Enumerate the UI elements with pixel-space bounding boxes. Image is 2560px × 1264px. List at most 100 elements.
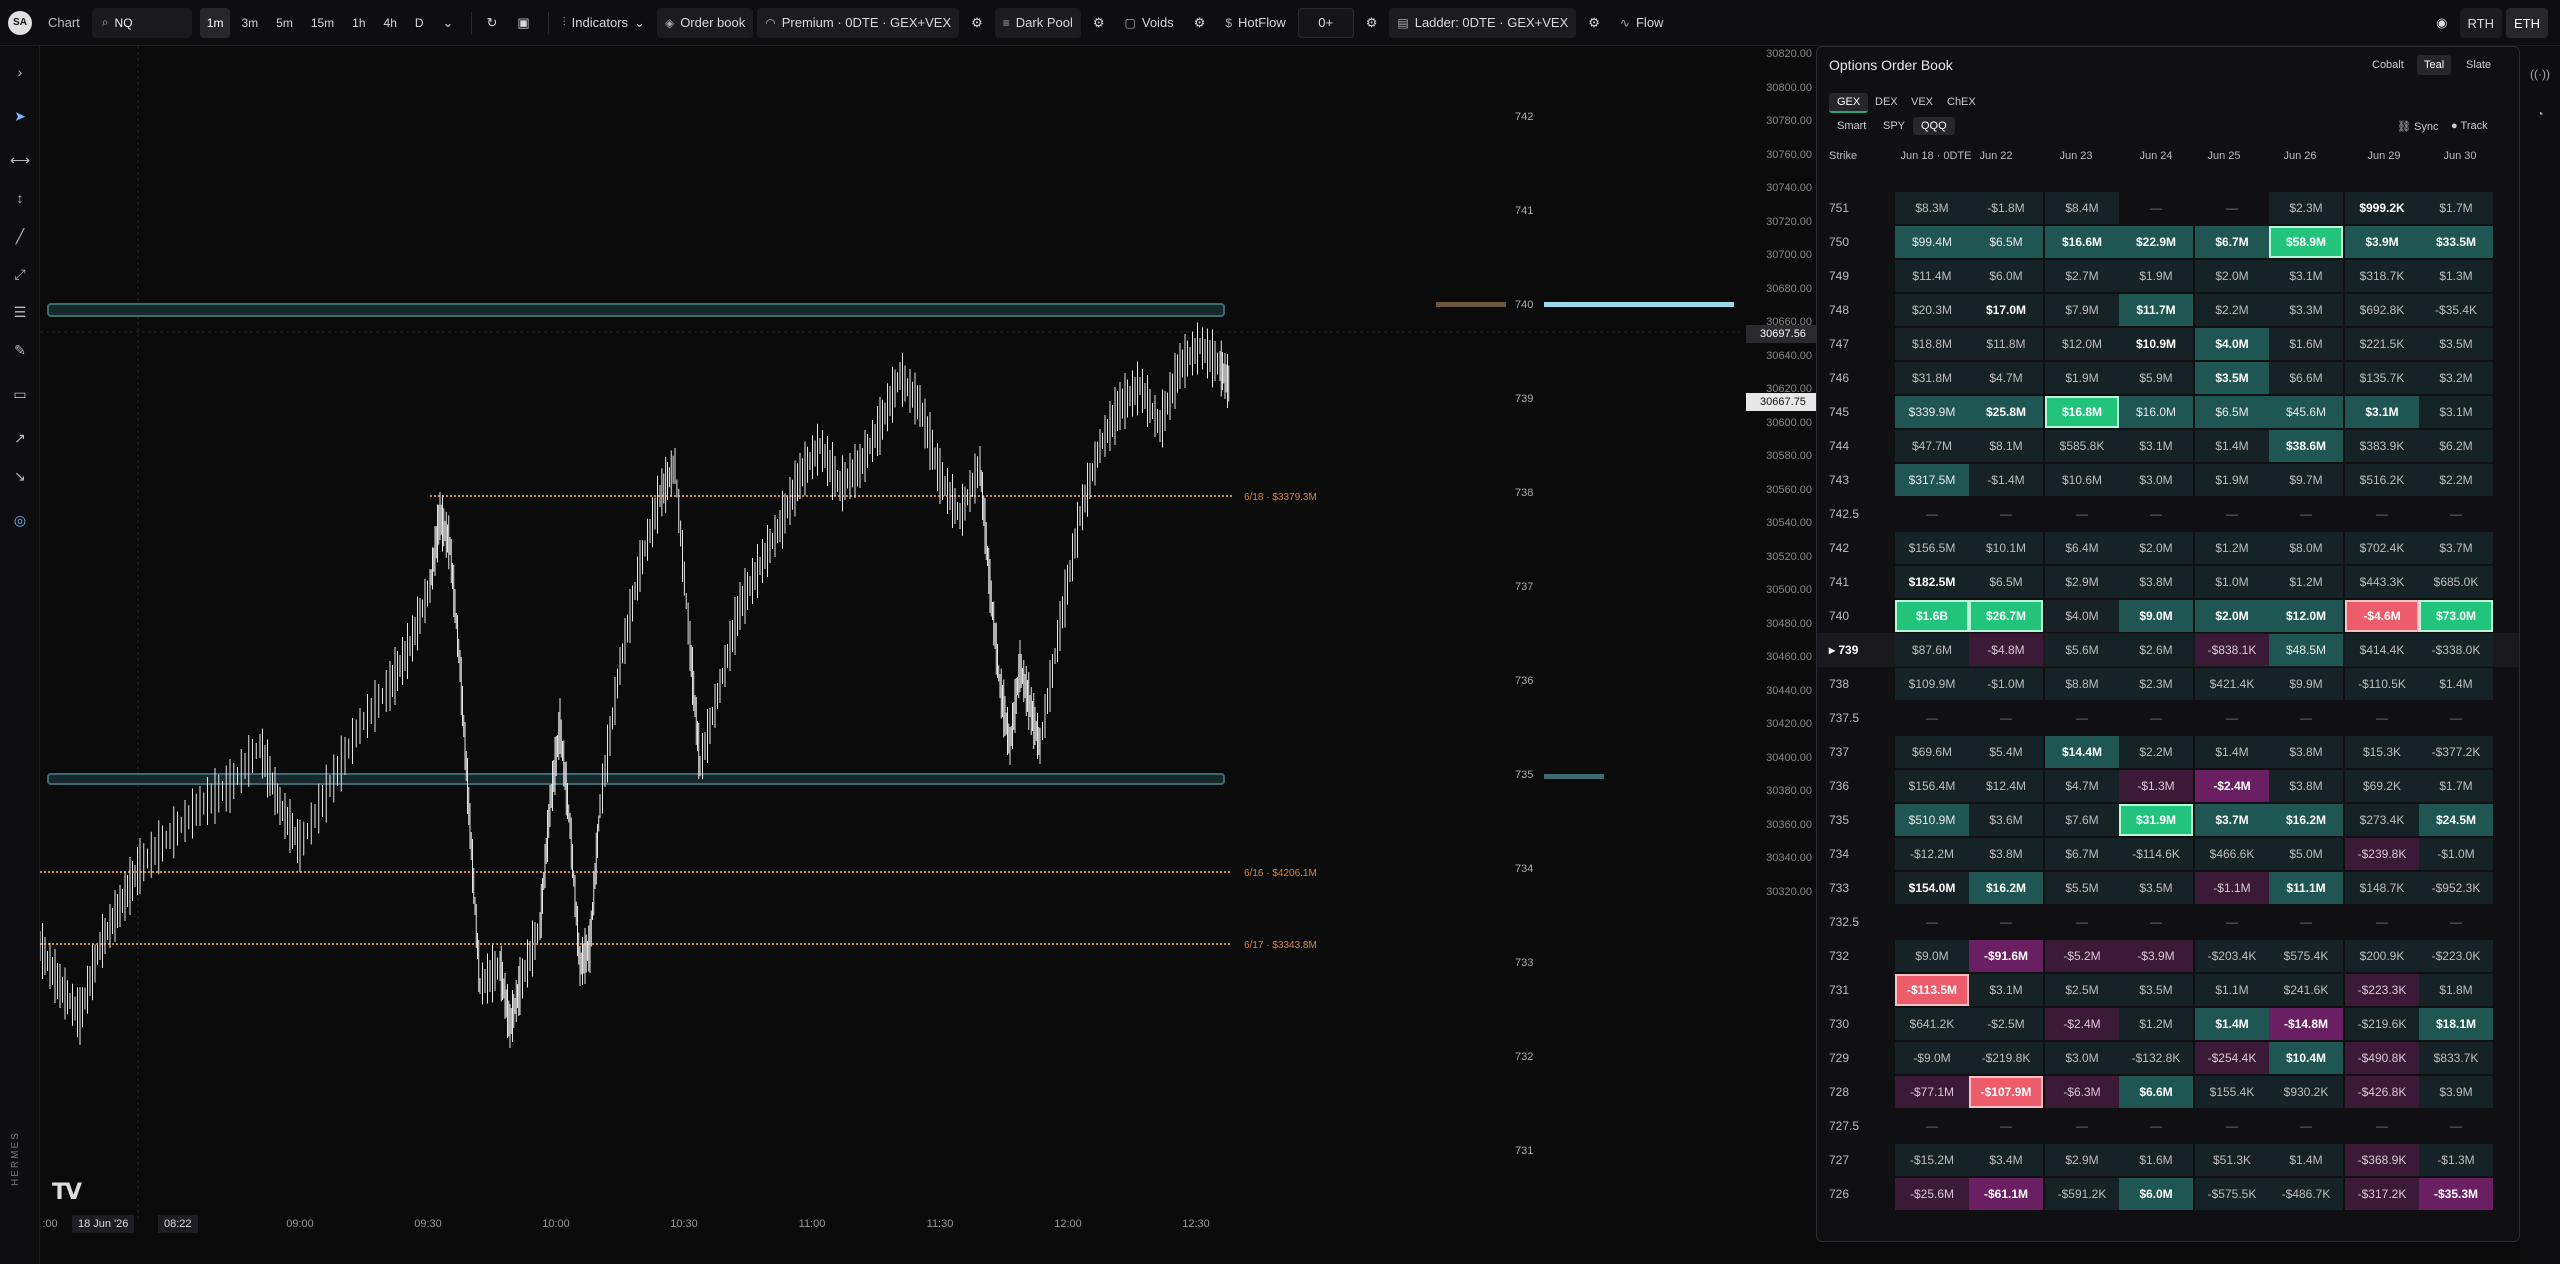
gex-cell[interactable]: $702.4K — [2345, 532, 2419, 564]
gex-cell[interactable]: -$317.2K — [2345, 1178, 2419, 1210]
order-book-row[interactable]: 728 -$77.1M -$107.9M -$6.3M $6.6M $155.4K $930… — [1817, 1075, 2519, 1109]
gex-cell[interactable]: $11.8M — [1969, 328, 2043, 360]
gex-cell[interactable]: $6.6M — [2269, 362, 2343, 394]
fib-icon[interactable]: ☰ — [10, 302, 30, 322]
gex-cell[interactable]: — — [2419, 906, 2493, 938]
rth-button[interactable]: RTH — [2459, 8, 2502, 38]
order-book-row[interactable]: 741 $182.5M $6.5M $2.9M $3.8M $1.0M $1.2M $443.… — [1817, 565, 2519, 599]
gex-cell[interactable]: -$1.1M — [2195, 872, 2269, 904]
gex-cell[interactable]: $421.4K — [2195, 668, 2269, 700]
gex-cell[interactable]: -$4.6M — [2345, 600, 2419, 632]
gex-cell[interactable]: $51.3K — [2195, 1144, 2269, 1176]
gex-cell[interactable]: $6.4M — [2045, 532, 2119, 564]
gex-cell[interactable]: $516.2K — [2345, 464, 2419, 496]
gex-cell[interactable]: $339.9M — [1895, 396, 1969, 428]
gex-cell[interactable]: $148.7K — [2345, 872, 2419, 904]
gex-cell[interactable]: $20.3M — [1895, 294, 1969, 326]
gex-cell[interactable]: $3.0M — [2119, 464, 2193, 496]
gex-cell[interactable]: — — [2045, 498, 2119, 530]
gex-cell[interactable]: $182.5M — [1895, 566, 1969, 598]
gex-cell[interactable]: $3.7M — [2195, 804, 2269, 836]
gex-cell[interactable]: $685.0K — [2419, 566, 2493, 598]
gex-cell[interactable]: $3.8M — [2269, 736, 2343, 768]
gex-cell[interactable]: $221.5K — [2345, 328, 2419, 360]
order-book-row[interactable]: 749 $11.4M $6.0M $2.7M $1.9M $2.0M $3.1M $318.7… — [1817, 259, 2519, 293]
price-chart[interactable]: 6/18 · $3379.3M 6/16 · $4206.1M 6/17 · $33… — [40, 46, 1740, 1218]
gex-cell[interactable]: -$1.3M — [2419, 1144, 2493, 1176]
ladder-settings-gear-icon[interactable]: ⚙ — [1580, 8, 1608, 38]
order-book-row[interactable]: 732.5— — — — — — — — — [1817, 905, 2519, 939]
column-header[interactable]: Jun 29 — [2347, 149, 2421, 164]
gex-cell[interactable]: — — [2345, 1110, 2419, 1142]
gex-cell[interactable]: $6.5M — [1969, 226, 2043, 258]
order-book-row[interactable]: 735 $510.9M $3.6M $7.6M $31.9M $3.7M $16.2M $27… — [1817, 803, 2519, 837]
gex-cell[interactable]: — — [2269, 702, 2343, 734]
gex-cell[interactable]: — — [2345, 702, 2419, 734]
gex-cell[interactable]: $2.9M — [2045, 566, 2119, 598]
gex-cell[interactable]: -$61.1M — [1969, 1178, 2043, 1210]
dark-pool-button[interactable]: ≡ Dark Pool — [994, 7, 1081, 38]
order-book-row[interactable]: 732 $9.0M -$91.6M -$5.2M -$3.9M -$203.4K $575.… — [1817, 939, 2519, 973]
gex-cell[interactable]: $1.6B — [1895, 600, 1969, 632]
timeframe-5m[interactable]: 5m — [269, 8, 300, 38]
gex-cell[interactable]: $318.7K — [2345, 260, 2419, 292]
gex-cell[interactable]: $510.9M — [1895, 804, 1969, 836]
gex-cell[interactable]: — — [2045, 906, 2119, 938]
gex-cell[interactable]: $6.0M — [2119, 1178, 2193, 1210]
gex-cell[interactable]: $5.4M — [1969, 736, 2043, 768]
eth-button[interactable]: ETH — [2506, 8, 2548, 38]
column-header[interactable]: Strike — [1829, 149, 1889, 164]
gex-cell[interactable]: $156.5M — [1895, 532, 1969, 564]
camera-icon[interactable]: ◉ — [2428, 8, 2455, 38]
gex-cell[interactable]: — — [2045, 1110, 2119, 1142]
gex-cell[interactable]: $25.8M — [1969, 396, 2043, 428]
tab-chex[interactable]: ChEX — [1939, 93, 1984, 111]
expand-chevron-icon[interactable]: › — [10, 62, 30, 82]
gex-cell[interactable]: $6.7M — [2045, 838, 2119, 870]
order-book-row[interactable]: 744 $47.7M $8.1M $585.8K $3.1M $1.4M $38.6M $38… — [1817, 429, 2519, 463]
gex-cell[interactable]: -$14.8M — [2269, 1008, 2343, 1040]
gex-cell[interactable]: — — [2195, 906, 2269, 938]
gex-cell[interactable]: — — [1895, 1110, 1969, 1142]
gex-cell[interactable]: — — [2119, 192, 2193, 224]
gex-cell[interactable]: — — [2419, 498, 2493, 530]
gex-cell[interactable]: $1.2M — [2195, 532, 2269, 564]
gex-cell[interactable]: $10.1M — [1969, 532, 2043, 564]
gex-cell[interactable]: -$114.6K — [2119, 838, 2193, 870]
gex-cell[interactable]: $3.6M — [1969, 804, 2043, 836]
theme-slate[interactable]: Slate — [2459, 55, 2498, 75]
gex-cell[interactable]: $641.2K — [1895, 1008, 1969, 1040]
gex-cell[interactable]: $692.8K — [2345, 294, 2419, 326]
gex-cell[interactable]: -$591.2K — [2045, 1178, 2119, 1210]
gex-cell[interactable]: $12.0M — [2045, 328, 2119, 360]
gex-cell[interactable]: — — [1969, 906, 2043, 938]
order-book-row[interactable]: 737.5— — — — — — — — — [1817, 701, 2519, 735]
order-book-row[interactable]: 737 $69.6M $5.4M $14.4M $2.2M $1.4M $3.8M $15.3… — [1817, 735, 2519, 769]
gex-cell[interactable]: $5.5M — [2045, 872, 2119, 904]
gex-cell[interactable]: $16.6M — [2045, 226, 2119, 258]
order-book-row[interactable]: 743 $317.5M -$1.4M $10.6M $3.0M $1.9M $9.7M $51… — [1817, 463, 2519, 497]
gex-cell[interactable]: -$239.8K — [2345, 838, 2419, 870]
trend-line-icon[interactable]: ╱ — [10, 226, 30, 246]
gex-cell[interactable]: $2.5M — [2045, 974, 2119, 1006]
gex-cell[interactable]: $135.7K — [2345, 362, 2419, 394]
gex-cell[interactable]: -$77.1M — [1895, 1076, 1969, 1108]
speedometer-icon[interactable]: ◔ — [2530, 104, 2550, 124]
gex-cell[interactable]: $3.7M — [2419, 532, 2493, 564]
theme-teal[interactable]: Teal — [2417, 55, 2452, 75]
gex-cell[interactable]: $3.5M — [2419, 328, 2493, 360]
flow-button[interactable]: ∿ Flow — [1612, 8, 1672, 38]
gex-cell[interactable]: $14.4M — [2045, 736, 2119, 768]
premium-button[interactable]: ◠ Premium · 0DTE · GEX+VEX — [757, 7, 960, 38]
gex-cell[interactable]: -$2.5M — [1969, 1008, 2043, 1040]
gex-cell[interactable]: $414.4K — [2345, 634, 2419, 666]
gex-cell[interactable]: -$2.4M — [2045, 1008, 2119, 1040]
gex-cell[interactable]: $2.2M — [2119, 736, 2193, 768]
tab-dex[interactable]: DEX — [1867, 93, 1906, 111]
order-book-row[interactable]: 745 $339.9M $25.8M $16.8M $16.0M $6.5M $45.6M $… — [1817, 395, 2519, 429]
gex-cell[interactable]: $3.2M — [2419, 362, 2493, 394]
gex-cell[interactable]: $17.0M — [1969, 294, 2043, 326]
gex-cell[interactable]: — — [2269, 1110, 2343, 1142]
gex-cell[interactable]: $38.6M — [2269, 430, 2343, 462]
gex-cell[interactable]: $10.4M — [2269, 1042, 2343, 1074]
